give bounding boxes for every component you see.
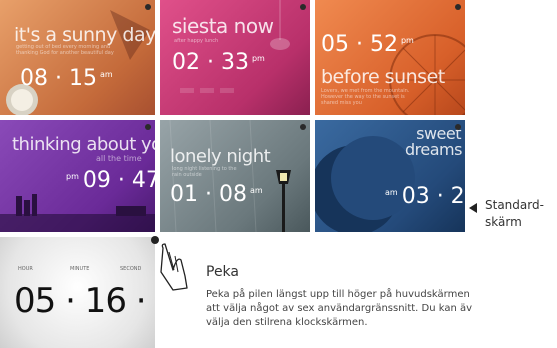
tile-time: pm 09 · 47 — [66, 168, 155, 193]
theme-tile-before-sunset[interactable]: 05 · 52 pm before sunset Lovers, we met f… — [315, 0, 465, 115]
tile-time: 05 · 52 pm — [321, 32, 414, 57]
tile-subtext: all the time — [96, 154, 142, 163]
tap-hand-icon — [151, 236, 190, 291]
tile-phrase: thinking about you — [12, 134, 155, 155]
tile-phrase: lonely night — [170, 146, 271, 167]
sunny-day-illustration — [6, 10, 150, 115]
classic-clock-tile[interactable]: HOUR MINUTE SECOND 05 · 16 · 31 — [0, 237, 155, 348]
theme-tile-sweet-dreams[interactable]: sweet dreams am03 · 23 — [315, 120, 465, 232]
minute-label: MINUTE — [70, 266, 90, 272]
tile-subtext: after happy lunch — [174, 38, 219, 44]
peka-title: Peka — [206, 264, 239, 280]
tile-phrase: it's a sunny day — [14, 24, 155, 46]
tile-time: am03 · 23 — [385, 184, 465, 209]
tile-time: 08 · 15 am — [20, 66, 113, 91]
tile-subtext: long night listening to the rain outside — [172, 166, 237, 178]
theme-tile-thinking-about-you[interactable]: thinking about you all the time pm09 · 4… — [0, 120, 155, 232]
tile-time: 02 · 33 pm — [172, 50, 265, 75]
theme-tile-siesta[interactable]: siesta now after happy lunch 02 · 33 pm — [160, 0, 310, 115]
menu-arrow-icon[interactable] — [455, 124, 461, 130]
clock-time: 05 · 16 · 31 — [14, 281, 155, 321]
menu-arrow-icon[interactable] — [300, 124, 306, 130]
tile-subtext: getting out of bed every morning and tha… — [16, 44, 114, 56]
second-label: SECOND — [120, 266, 142, 272]
menu-arrow-icon[interactable] — [145, 4, 151, 10]
left-arrow-icon — [469, 203, 477, 213]
tile-subtext: Lovers, we met from the mountain. Howeve… — [321, 88, 410, 106]
menu-arrow-icon[interactable] — [145, 124, 151, 130]
theme-tile-sunny-day[interactable]: it's a sunny day getting out of bed ever… — [0, 0, 155, 115]
theme-tile-lonely-night[interactable]: lonely night long night listening to the… — [160, 120, 310, 232]
tile-phrase: sweet dreams — [405, 124, 462, 159]
standard-screen-label: Standard- skärm — [485, 198, 544, 229]
menu-arrow-icon[interactable] — [455, 4, 461, 10]
tile-phrase: before sunset — [321, 66, 445, 88]
menu-arrow-icon[interactable] — [300, 4, 306, 10]
tile-time: 01 · 08 am — [170, 182, 263, 207]
peka-description: Peka på pilen längst upp till höger på h… — [206, 289, 473, 328]
hour-label: HOUR — [18, 266, 33, 272]
tile-phrase: siesta now — [172, 14, 274, 38]
